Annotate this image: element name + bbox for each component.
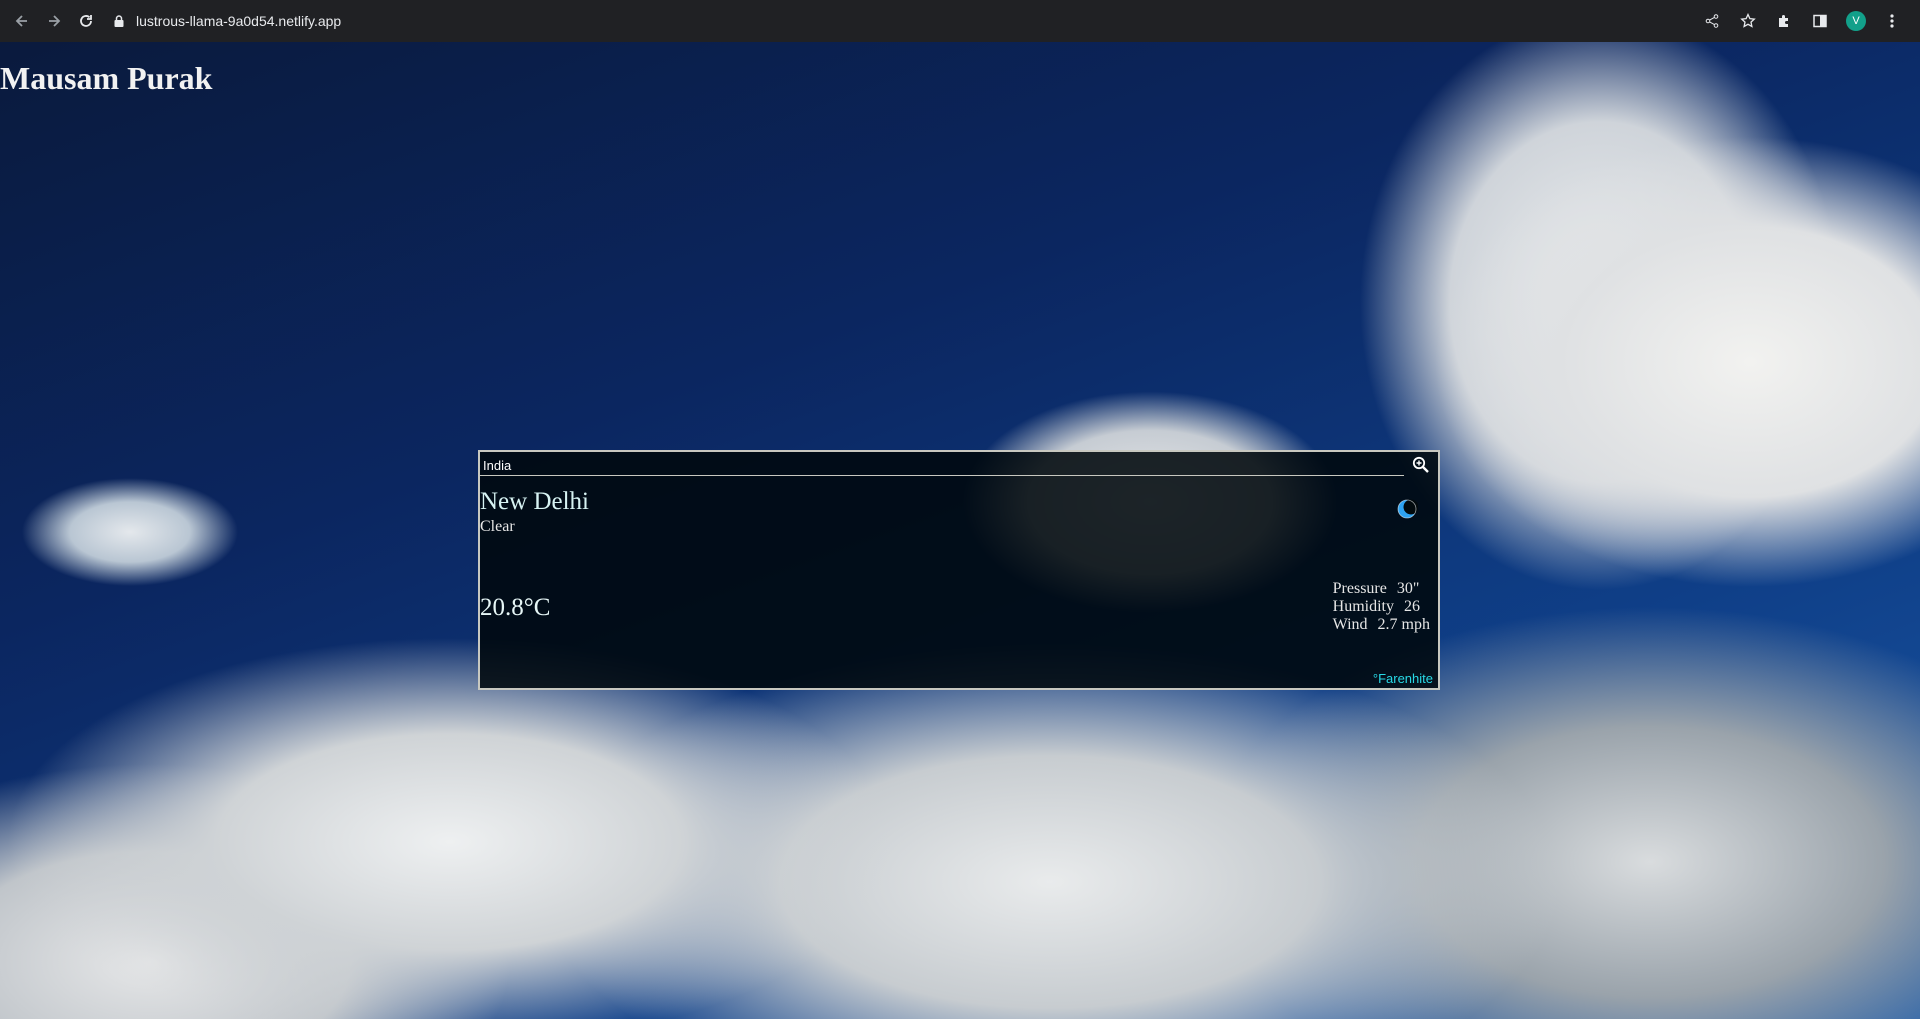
search-button[interactable] (1410, 454, 1432, 476)
wind-row: Wind 2.7 mph (1333, 616, 1430, 634)
search-bar (480, 452, 1438, 480)
temperature: 20.8°C (480, 594, 551, 621)
address-bar[interactable]: lustrous-llama-9a0d54.netlify.app (112, 5, 341, 37)
humidity-value: 26 (1403, 598, 1420, 615)
page-viewport: Mausam Purak New Delhi Clear 20.8°C Pres… (0, 42, 1920, 1019)
back-button[interactable] (6, 5, 38, 37)
bookmark-button[interactable] (1732, 5, 1764, 37)
wind-label: Wind (1332, 616, 1368, 633)
arrow-right-icon (49, 15, 61, 27)
unit-toggle-link[interactable]: °Farenhite (1373, 671, 1433, 686)
city-name: New Delhi (480, 488, 589, 515)
side-panel-button[interactable] (1804, 5, 1836, 37)
forward-button[interactable] (38, 5, 70, 37)
humidity-label: Humidity (1332, 598, 1394, 615)
lock-icon (114, 15, 124, 27)
avatar: V (1846, 11, 1866, 31)
wind-value: 2.7 mph (1377, 616, 1430, 633)
weather-card: New Delhi Clear 20.8°C Pressure 30" Humi… (478, 450, 1440, 690)
reload-icon (80, 15, 92, 27)
puzzle-icon (1779, 15, 1788, 27)
browser-toolbar: lustrous-llama-9a0d54.netlify.app V (0, 0, 1920, 42)
side-panel-icon (1813, 14, 1827, 28)
extensions-button[interactable] (1768, 5, 1800, 37)
weather-stats: Pressure 30" Humidity 26 Wind 2.7 mph (1333, 580, 1430, 634)
search-input[interactable] (480, 456, 1404, 476)
moon-icon (1397, 499, 1418, 519)
weather-condition: Clear (480, 518, 515, 535)
url-text[interactable]: lustrous-llama-9a0d54.netlify.app (136, 13, 341, 29)
more-vertical-icon (1890, 14, 1894, 28)
arrow-left-icon (15, 15, 27, 27)
pressure-value: 30" (1396, 580, 1420, 597)
pressure-row: Pressure 30" (1333, 580, 1430, 598)
pressure-label: Pressure (1332, 580, 1387, 597)
profile-button[interactable]: V (1840, 5, 1872, 37)
reload-button[interactable] (70, 5, 102, 37)
star-icon (1740, 13, 1756, 28)
share-button[interactable] (1696, 5, 1728, 37)
zoom-in-search-icon (1412, 456, 1429, 473)
toolbar-actions: V (1696, 0, 1908, 42)
humidity-row: Humidity 26 (1333, 598, 1430, 616)
menu-button[interactable] (1876, 5, 1908, 37)
share-icon (1705, 14, 1719, 28)
page-title: Mausam Purak (0, 60, 213, 96)
